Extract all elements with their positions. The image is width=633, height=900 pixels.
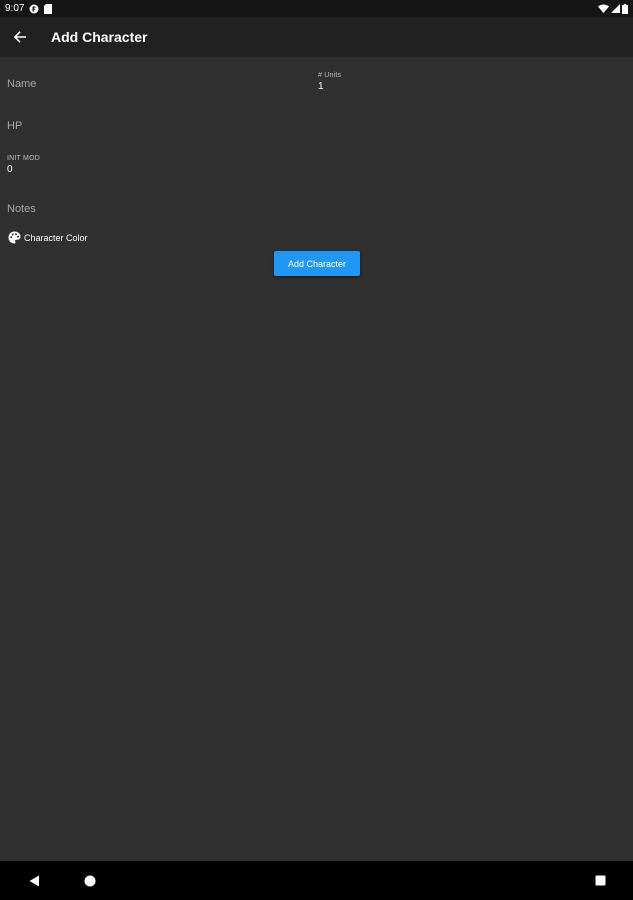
app-bar: Add Character: [0, 17, 633, 57]
init-mod-value: 0: [7, 164, 13, 175]
home-circle-icon: [84, 875, 96, 887]
signal-icon: [611, 4, 620, 13]
page-title: Add Character: [51, 29, 148, 45]
battery-icon: [622, 3, 628, 14]
arrow-back-icon: [13, 30, 27, 44]
character-color-picker[interactable]: Character Color: [8, 231, 88, 244]
back-button[interactable]: [0, 17, 40, 57]
character-color-label: Character Color: [24, 232, 88, 243]
init-mod-label: INIT MOD: [7, 155, 40, 162]
app-notification-icon: [29, 4, 39, 14]
nav-home-button[interactable]: [70, 861, 110, 900]
hp-placeholder: HP: [7, 120, 23, 132]
units-label: # Units: [318, 72, 342, 79]
navigation-bar: [0, 861, 633, 900]
init-mod-field[interactable]: INIT MOD 0: [7, 155, 307, 181]
status-left: 9:07: [5, 3, 53, 14]
wifi-icon: [598, 4, 609, 13]
notes-placeholder: Notes: [7, 203, 36, 215]
status-right: [598, 3, 628, 14]
palette-icon: [8, 231, 21, 244]
units-value: 1: [318, 81, 324, 92]
notes-field[interactable]: Notes: [7, 203, 607, 219]
nav-back-button[interactable]: [14, 861, 54, 900]
name-field[interactable]: Name: [7, 78, 307, 94]
nav-recents-button[interactable]: [580, 861, 620, 900]
name-placeholder: Name: [7, 78, 37, 90]
back-triangle-icon: [29, 875, 40, 887]
recents-square-icon: [595, 875, 606, 886]
units-field[interactable]: # Units 1: [318, 72, 618, 98]
status-time: 9:07: [5, 3, 25, 14]
add-character-button[interactable]: Add Character: [274, 251, 360, 276]
status-bar: 9:07: [0, 0, 633, 17]
hp-field[interactable]: HP: [7, 120, 307, 136]
sim-card-icon: [44, 3, 53, 14]
add-character-screen: 9:07 Add Character Name # Units 1 HP INI…: [0, 0, 633, 900]
